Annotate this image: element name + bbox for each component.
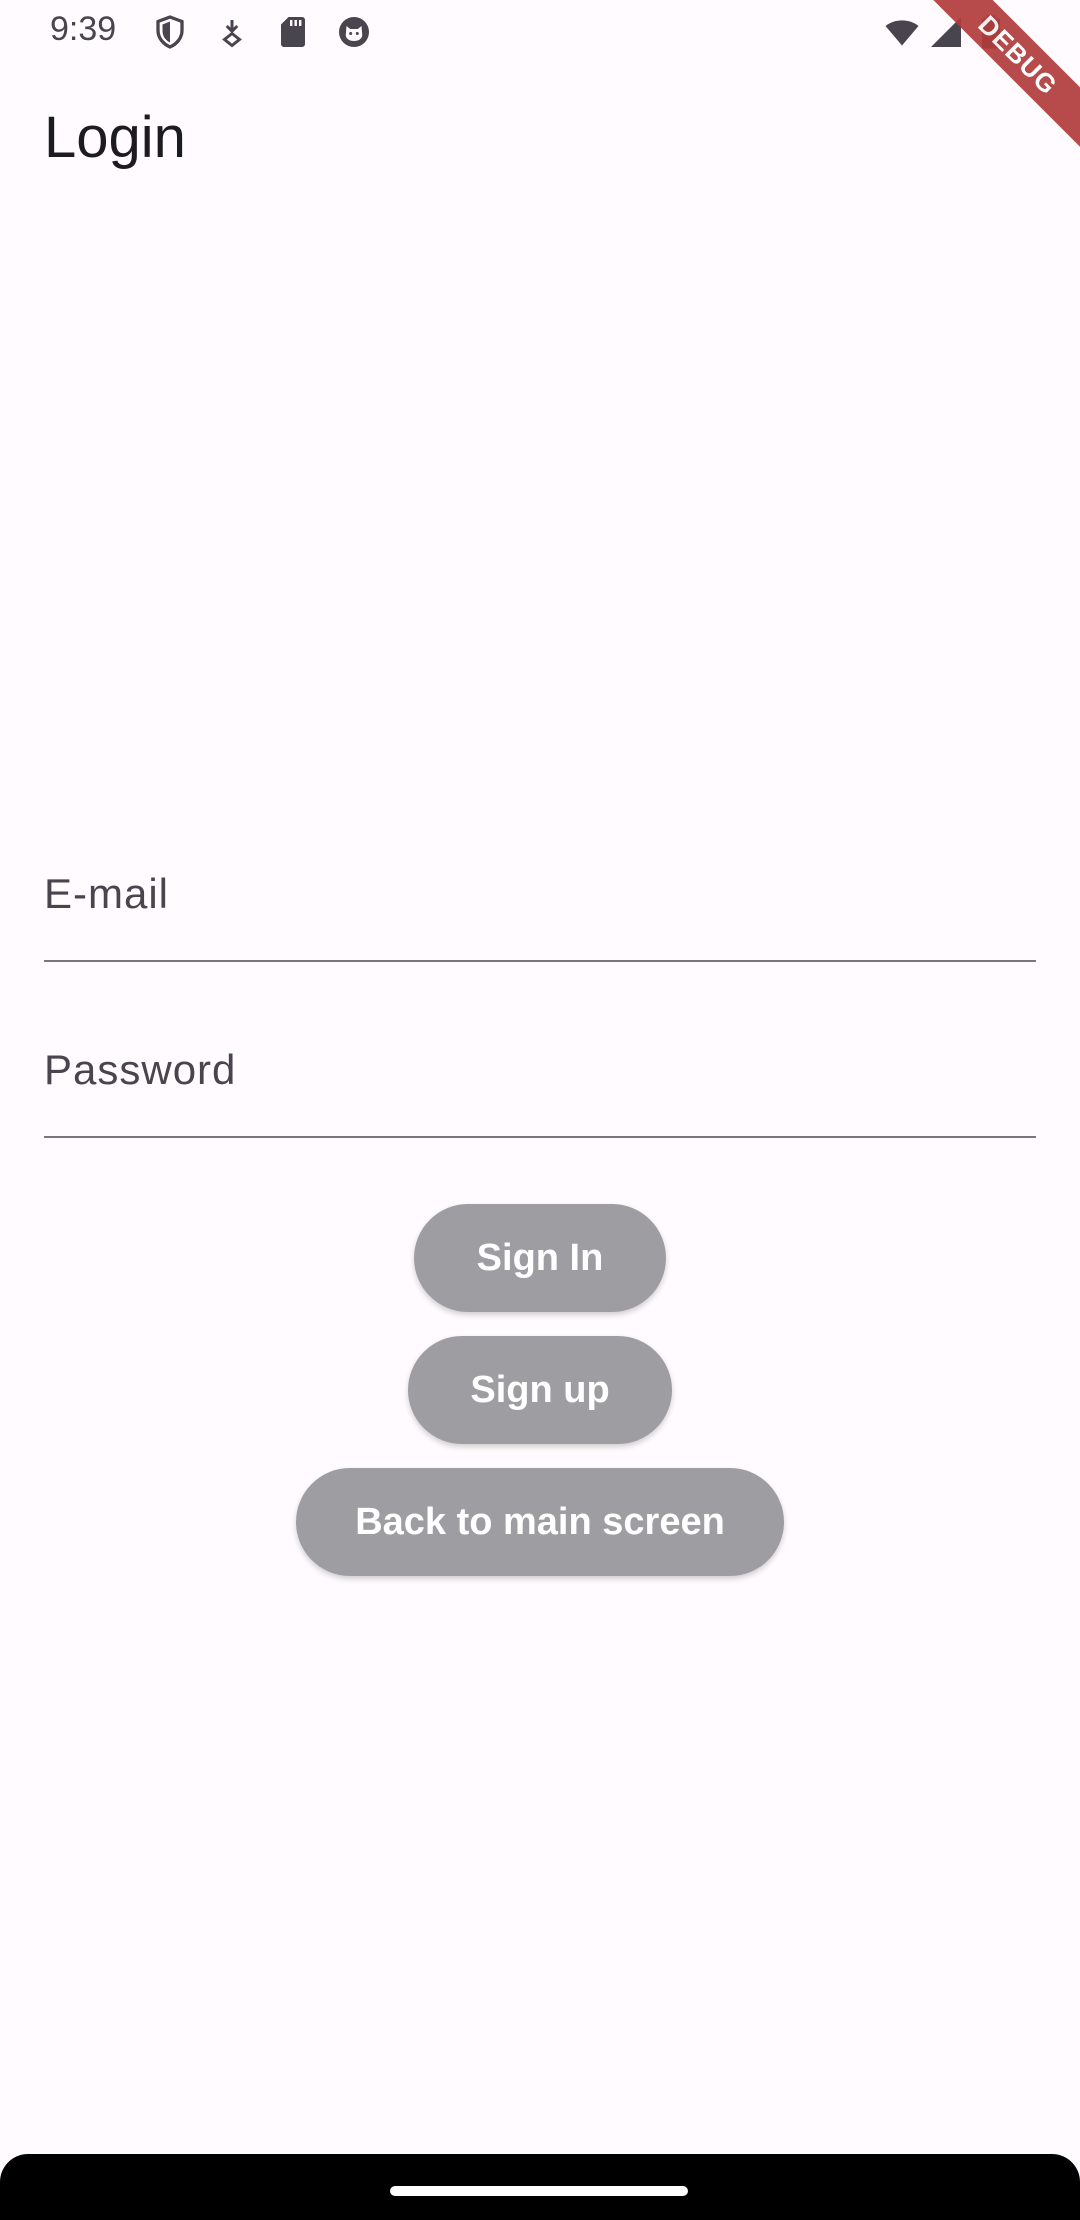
page-title: Login xyxy=(44,105,186,170)
wifi-icon xyxy=(882,14,922,50)
battery-icon xyxy=(978,14,1004,50)
sign-in-button[interactable]: Sign In xyxy=(414,1204,666,1312)
email-input[interactable] xyxy=(44,840,1040,962)
shield-icon xyxy=(152,14,188,50)
back-to-main-button[interactable]: Back to main screen xyxy=(296,1468,784,1576)
password-field[interactable]: Password xyxy=(44,1016,1040,1138)
login-screen: 9:39 DEBUG Login E-mail Password Sign In… xyxy=(0,0,1080,2220)
password-input[interactable] xyxy=(44,1016,1040,1138)
navigation-bar xyxy=(0,2154,1080,2220)
home-gesture-handle[interactable] xyxy=(390,2186,688,2196)
status-time: 9:39 xyxy=(50,10,117,48)
download-icon xyxy=(214,14,250,50)
email-field[interactable]: E-mail xyxy=(44,840,1040,962)
cat-face-icon xyxy=(336,14,372,50)
sign-up-button[interactable]: Sign up xyxy=(408,1336,672,1444)
cell-signal-icon xyxy=(928,14,964,50)
sd-card-icon xyxy=(275,14,311,50)
status-bar: 9:39 xyxy=(0,0,1080,66)
